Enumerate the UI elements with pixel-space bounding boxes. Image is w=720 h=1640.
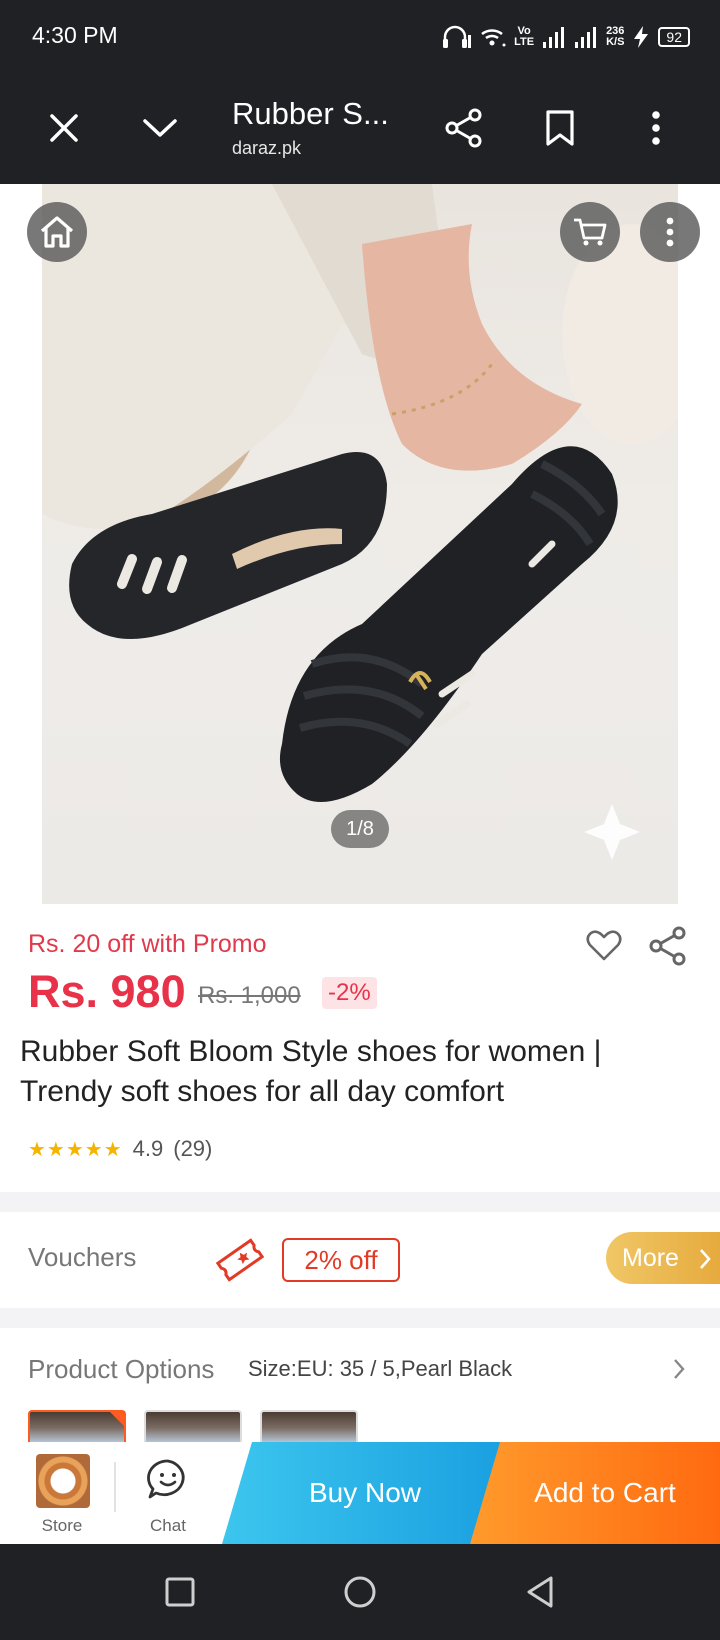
back-triangle-icon (527, 1576, 553, 1608)
collapse-button[interactable] (132, 100, 188, 156)
speed-indicator: 236 K/S (606, 26, 624, 48)
browser-toolbar: Rubber S... daraz.pk (0, 72, 720, 184)
volte-bottom: LTE (514, 36, 535, 48)
section-separator (0, 1192, 720, 1212)
add-to-cart-button[interactable]: Add to Cart (470, 1442, 720, 1544)
promo-text[interactable]: Rs. 20 off with Promo (28, 930, 267, 959)
product-gallery[interactable]: 1/8 (0, 184, 720, 904)
image-counter: 1/8 (331, 810, 389, 848)
page-domain: daraz.pk (232, 138, 302, 158)
home-icon (40, 216, 74, 248)
product-title: Rubber Soft Bloom Style shoes for women … (20, 1035, 602, 1108)
product-options-value: Size:EU: 35 / 5,Pearl Black (248, 1356, 513, 1381)
store-button[interactable]: Store (12, 1442, 112, 1544)
more-vert-icon (666, 217, 674, 247)
home-button[interactable] (27, 202, 87, 262)
bottom-bar-divider (114, 1462, 116, 1512)
product-share-button[interactable] (646, 924, 690, 968)
bookmark-icon (546, 110, 574, 146)
wifi-icon (481, 29, 506, 47)
voucher-ticket-icon (215, 1238, 265, 1282)
share-icon (649, 926, 686, 966)
charging-icon (634, 26, 649, 48)
system-navigation-bar (0, 1544, 720, 1640)
recents-button[interactable] (156, 1568, 204, 1616)
share-icon (445, 108, 482, 148)
star-rating-icon: ★★★★★ (28, 1138, 123, 1161)
chevron-right-icon (674, 1359, 685, 1379)
status-time: 4:30 PM (32, 22, 118, 48)
home-nav-button[interactable] (336, 1568, 384, 1616)
review-count: (29) (173, 1136, 213, 1161)
share-button[interactable] (436, 100, 492, 156)
discount-badge: -2% (322, 977, 377, 1009)
selected-corner-mark (110, 1412, 124, 1426)
close-button[interactable] (36, 100, 92, 156)
buy-now-button[interactable]: Buy Now (222, 1442, 508, 1544)
heart-icon (586, 930, 622, 961)
browser-menu-button[interactable] (628, 100, 684, 156)
rating-row[interactable]: ★★★★★ 4.9 (29) (28, 1136, 212, 1162)
circle-icon (344, 1576, 376, 1608)
back-button[interactable] (516, 1568, 564, 1616)
status-bar: 4:30 PM Vo LTE 236 K/S 92 (0, 0, 720, 72)
rating-value: 4.9 (132, 1136, 164, 1161)
cart-icon (574, 218, 607, 246)
more-label: More (622, 1244, 679, 1272)
wishlist-button[interactable] (582, 924, 626, 968)
square-icon (165, 1577, 195, 1607)
product-image (42, 184, 678, 860)
product-options-label: Product Options (28, 1354, 215, 1384)
signal-icon-2 (575, 27, 597, 48)
chevron-down-icon (143, 119, 177, 137)
price: Rs. 980 (28, 966, 186, 1017)
vouchers-label: Vouchers (28, 1242, 137, 1272)
option-thumbnail-3[interactable] (260, 1410, 358, 1444)
gallery-menu-button[interactable] (640, 202, 700, 262)
cart-button[interactable] (560, 202, 620, 262)
more-vert-icon (652, 111, 660, 145)
chat-button[interactable]: Chat (118, 1442, 218, 1544)
close-icon (50, 114, 78, 142)
volte-indicator: Vo LTE (514, 26, 534, 48)
original-price: Rs. 1,000 (198, 982, 301, 1009)
status-icons: Vo LTE 236 K/S 92 (442, 22, 690, 52)
vouchers-more-button[interactable]: More (606, 1232, 720, 1284)
headphones-icon (443, 25, 472, 48)
store-label: Store (41, 1516, 83, 1535)
chat-icon (147, 1459, 185, 1499)
chevron-right-icon (700, 1249, 711, 1269)
bottom-action-bar: Store Chat Buy Now Add to Cart (0, 1442, 720, 1544)
signal-icon-1 (543, 27, 565, 48)
store-logo (36, 1454, 90, 1508)
section-separator (0, 1308, 720, 1328)
bookmark-button[interactable] (532, 100, 588, 156)
chat-label: Chat (150, 1516, 186, 1535)
page-title: Rubber S... (232, 96, 389, 131)
option-thumbnail-2[interactable] (144, 1410, 242, 1444)
voucher-tag[interactable]: 2% off (282, 1238, 400, 1282)
speed-bottom: K/S (606, 36, 625, 48)
product-photo[interactable] (42, 184, 678, 904)
battery-indicator: 92 (658, 27, 690, 47)
option-thumbnail-1[interactable] (28, 1410, 126, 1444)
